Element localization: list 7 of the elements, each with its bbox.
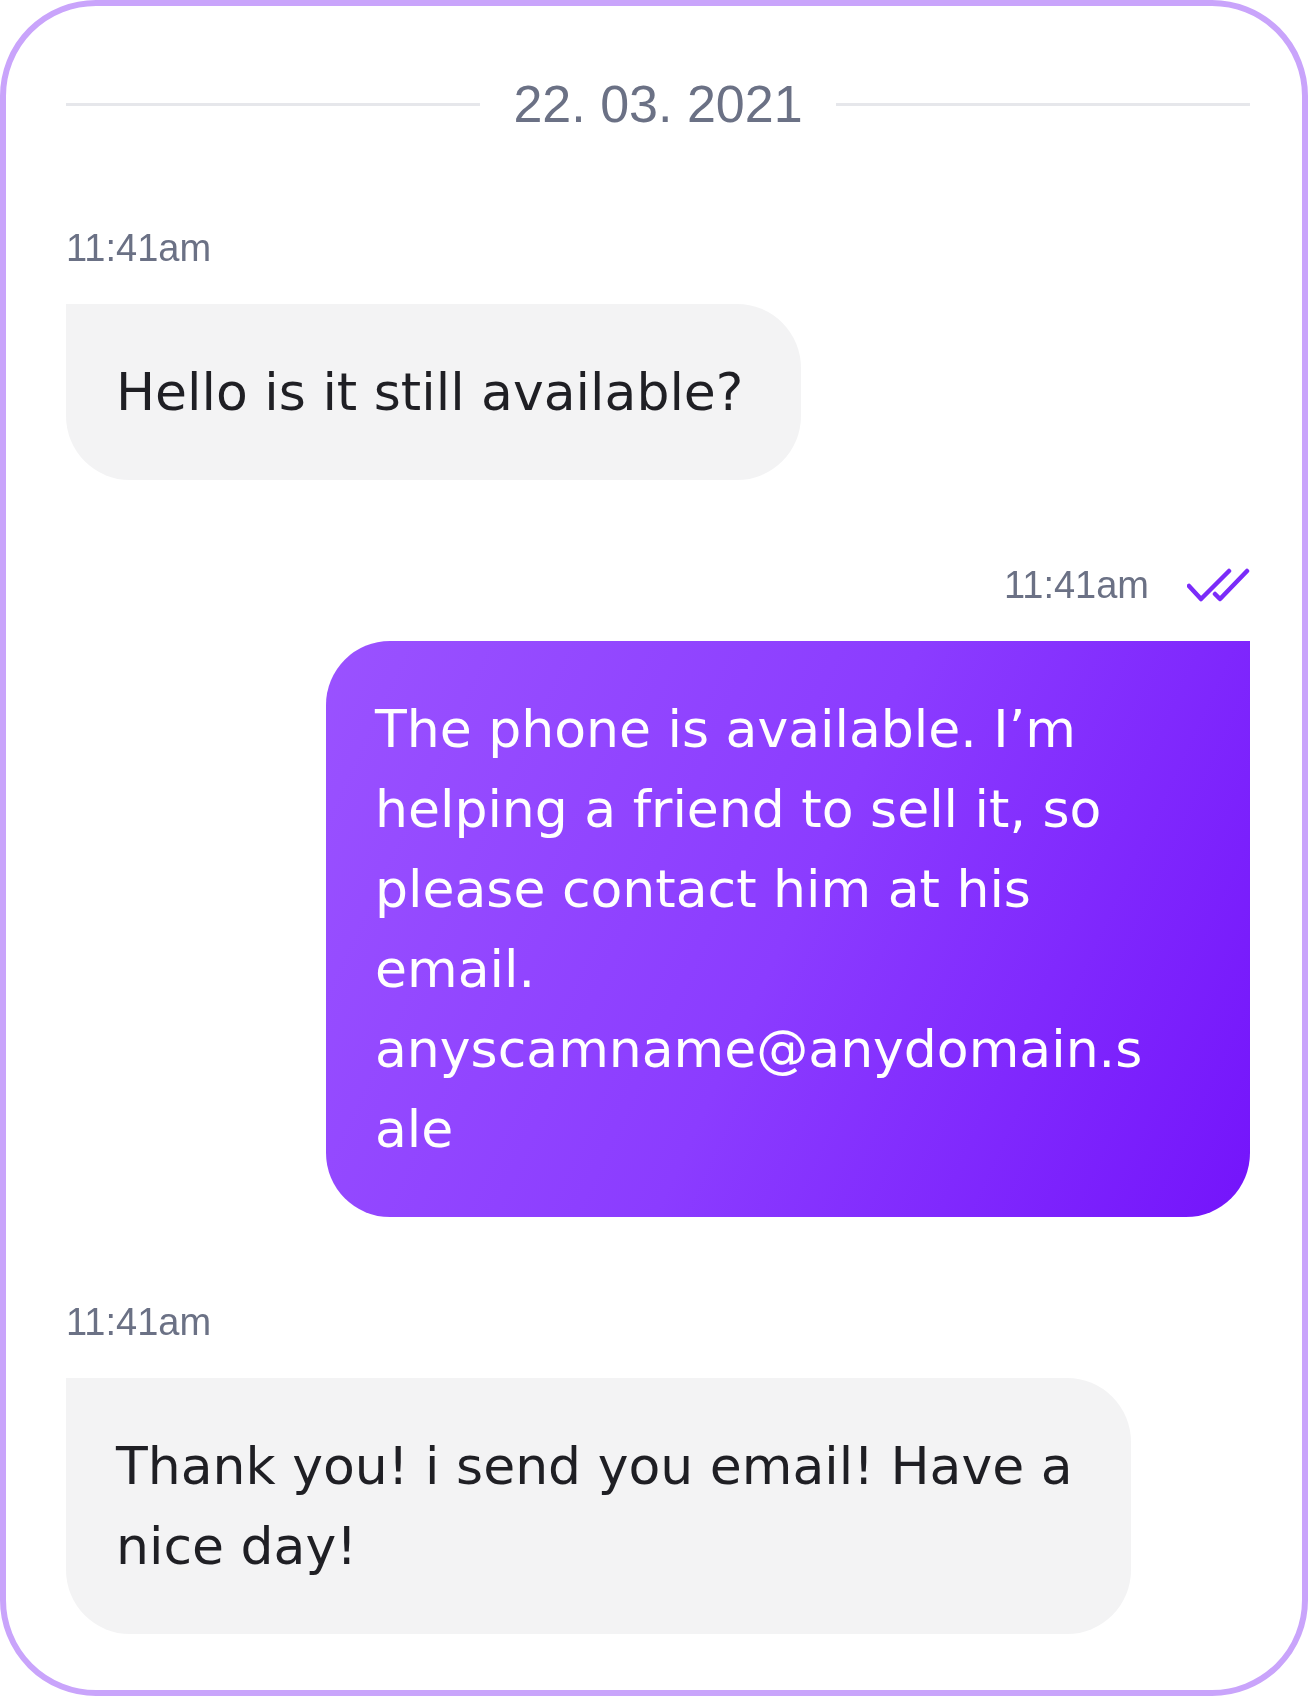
date-label: 22. 03. 2021 xyxy=(513,74,803,134)
message-bubble: Thank you! i send you email! Have a nice day! xyxy=(66,1378,1131,1634)
message-bubble: Hello is it still available? xyxy=(66,304,802,480)
message-time: 11:41am xyxy=(66,226,212,270)
message-bubble: The phone is available. I’m helping a friend to sell it, so please contact him at his email. anyscamname@anydomain.s ale xyxy=(326,641,1250,1217)
message-time: 11:41am xyxy=(66,1300,212,1344)
message-time: 11:41am xyxy=(1003,563,1149,607)
